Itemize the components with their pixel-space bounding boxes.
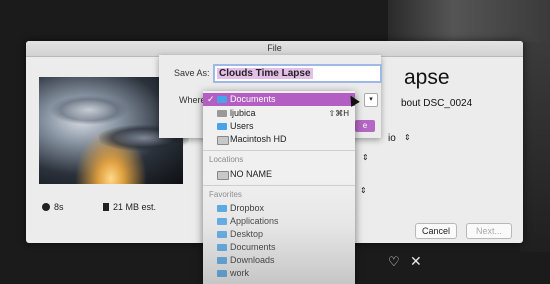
menu-item-applications[interactable]: Applications [203, 215, 355, 228]
where-label: Where [179, 95, 206, 105]
menu-item-downloads[interactable]: Downloads [203, 254, 355, 267]
heart-icon[interactable]: ♡ [388, 254, 400, 270]
folder-icon [217, 96, 227, 103]
folder-icon [217, 218, 227, 225]
menu-item-macintosh-hd[interactable]: Macintosh HD [203, 133, 355, 146]
cancel-button[interactable]: Cancel [415, 223, 457, 239]
menu-item-documents-favorite[interactable]: Documents [203, 241, 355, 254]
duration-text: 8s [54, 202, 64, 212]
clock-icon [42, 203, 50, 211]
save-button[interactable]: e [355, 120, 375, 132]
chevron-updown-icon[interactable]: ⇕ [360, 186, 367, 195]
drive-icon [217, 136, 229, 145]
option-label-resolution: io [388, 133, 396, 144]
menu-item-work[interactable]: work [203, 267, 355, 280]
menu-item-desktop[interactable]: Desktop [203, 228, 355, 241]
folder-icon [217, 270, 227, 277]
shortcut-label: ⇧⌘H [328, 109, 349, 118]
next-button[interactable]: Next... [466, 223, 512, 239]
menu-item-no-name[interactable]: NO NAME [203, 168, 355, 181]
folder-icon [217, 231, 227, 238]
size-text: 21 MB est. [113, 202, 157, 212]
chevron-updown-icon[interactable]: ⇕ [362, 153, 369, 162]
export-title: apse [404, 66, 450, 89]
close-icon[interactable]: ✕ [410, 253, 422, 270]
menu-item-documents[interactable]: ✓ Documents [203, 93, 355, 106]
filename-text: Clouds Time Lapse [217, 68, 313, 79]
where-dropdown-menu: ✓ Documents ljubica ⇧⌘H Users Macintosh … [203, 91, 355, 284]
favorites-header: Favorites [209, 190, 242, 199]
size-info: 21 MB est. [103, 202, 156, 212]
duration-info: 8s [42, 202, 64, 212]
locations-header: Locations [209, 155, 244, 164]
expand-toggle-button[interactable]: ▾ [364, 93, 378, 107]
drive-icon [217, 171, 229, 180]
folder-icon [217, 205, 227, 212]
export-subtitle: bout DSC_0024 [401, 98, 473, 109]
chevron-updown-icon[interactable]: ⇕ [404, 133, 411, 142]
folder-icon [217, 123, 227, 130]
filename-input[interactable]: Clouds Time Lapse [213, 64, 382, 83]
menu-item-dropbox[interactable]: Dropbox [203, 202, 355, 215]
document-icon [103, 203, 109, 211]
checkmark-icon: ✓ [207, 94, 215, 104]
menu-divider [203, 185, 355, 186]
home-icon [217, 110, 227, 117]
menu-divider [203, 150, 355, 151]
menu-item-home[interactable]: ljubica ⇧⌘H [203, 107, 355, 120]
menu-item-users[interactable]: Users [203, 120, 355, 133]
save-as-label: Save As: [174, 68, 210, 78]
background-photo-edge [520, 42, 550, 252]
folder-icon [217, 244, 227, 251]
background-photo [388, 0, 550, 42]
folder-icon [217, 257, 227, 264]
